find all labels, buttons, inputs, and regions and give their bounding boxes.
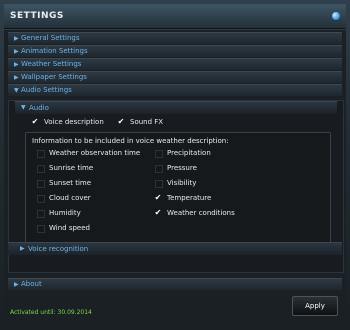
checkbox-label: Voice description bbox=[44, 118, 104, 126]
audio-subsection-label: Audio bbox=[29, 104, 49, 112]
option-visibility[interactable]: Visibility bbox=[154, 178, 274, 188]
checkbox-label: Cloud cover bbox=[49, 194, 91, 202]
settings-content: ▶ General Settings ▶ Animation Settings … bbox=[4, 30, 346, 326]
status-orb-icon bbox=[332, 12, 340, 20]
expand-arrow-icon: ▶ bbox=[14, 61, 19, 68]
checkbox-box bbox=[36, 164, 45, 173]
checkbox-box bbox=[154, 179, 163, 188]
checkbox-box bbox=[36, 149, 45, 158]
voice-recognition-section[interactable]: ▶ Voice recognition bbox=[8, 242, 342, 255]
expand-arrow-icon: ▶ bbox=[14, 48, 19, 55]
section-label: General Settings bbox=[21, 34, 80, 42]
expand-arrow-icon: ▶ bbox=[20, 245, 25, 252]
checkbox-label: Weather observation time bbox=[49, 149, 141, 157]
voice-description-options-box: Information to be included in voice weat… bbox=[25, 132, 331, 246]
options-title: Information to be included in voice weat… bbox=[32, 137, 229, 145]
checkbox-label: Sunset time bbox=[49, 179, 92, 187]
title-bar: SETTINGS bbox=[4, 4, 346, 29]
checkbox-box bbox=[154, 164, 163, 173]
section-label: Voice recognition bbox=[28, 245, 89, 253]
checkbox-label: Humidity bbox=[49, 209, 81, 217]
option-weather-conditions[interactable]: ✔ Weather conditions bbox=[154, 208, 274, 218]
activation-status: Activated until: 30.09.2014 bbox=[10, 309, 92, 316]
option-precipitation[interactable]: Precipitation bbox=[154, 148, 274, 158]
section-label: Audio Settings bbox=[21, 86, 72, 94]
check-icon: ✔ bbox=[154, 208, 162, 217]
apply-button[interactable]: Apply bbox=[292, 296, 338, 316]
expand-arrow-icon: ▶ bbox=[14, 281, 19, 288]
window-title: SETTINGS bbox=[10, 11, 64, 21]
option-weather-observation-time[interactable]: Weather observation time bbox=[36, 148, 156, 158]
section-label: Wallpaper Settings bbox=[21, 73, 87, 81]
section-label: Animation Settings bbox=[21, 47, 88, 55]
settings-window: SETTINGS ▶ General Settings ▶ Animation … bbox=[0, 0, 350, 330]
audio-subsection-header[interactable]: ▼ Audio bbox=[15, 101, 337, 114]
section-animation-settings[interactable]: ▶ Animation Settings bbox=[8, 45, 342, 57]
section-wallpaper-settings[interactable]: ▶ Wallpaper Settings bbox=[8, 71, 342, 83]
checkbox-box bbox=[36, 209, 45, 218]
section-general-settings[interactable]: ▶ General Settings bbox=[8, 32, 342, 44]
section-audio-settings[interactable]: ▼ Audio Settings bbox=[8, 84, 342, 96]
section-label: About bbox=[21, 280, 42, 288]
expand-arrow-icon: ▶ bbox=[14, 74, 19, 81]
checkbox-box bbox=[154, 149, 163, 158]
collapse-arrow-icon: ▼ bbox=[14, 87, 19, 94]
checkbox-label: Precipitation bbox=[167, 149, 211, 157]
checkbox-label: Visibility bbox=[167, 179, 197, 187]
check-icon: ✔ bbox=[31, 117, 39, 126]
option-cloud-cover[interactable]: Cloud cover bbox=[36, 193, 156, 203]
expand-arrow-icon: ▶ bbox=[14, 35, 19, 42]
check-icon: ✔ bbox=[154, 193, 162, 202]
checkbox-label: Pressure bbox=[167, 164, 197, 172]
option-temperature[interactable]: ✔ Temperature bbox=[154, 193, 274, 203]
option-wind-speed[interactable]: Wind speed bbox=[36, 223, 156, 233]
checkbox-box bbox=[36, 194, 45, 203]
option-humidity[interactable]: Humidity bbox=[36, 208, 156, 218]
checkbox-label: Sound FX bbox=[130, 118, 164, 126]
checkbox-label: Temperature bbox=[167, 194, 212, 202]
option-sunrise-time[interactable]: Sunrise time bbox=[36, 163, 156, 173]
option-sunset-time[interactable]: Sunset time bbox=[36, 178, 156, 188]
section-label: Weather Settings bbox=[21, 60, 82, 68]
check-icon: ✔ bbox=[117, 117, 125, 126]
sound-fx-checkbox[interactable]: ✔ Sound FX bbox=[117, 117, 177, 127]
voice-description-checkbox[interactable]: ✔ Voice description bbox=[31, 117, 121, 127]
checkbox-label: Wind speed bbox=[49, 224, 90, 232]
checkbox-box bbox=[36, 179, 45, 188]
section-weather-settings[interactable]: ▶ Weather Settings bbox=[8, 58, 342, 70]
collapse-arrow-icon: ▼ bbox=[21, 104, 26, 111]
checkbox-label: Weather conditions bbox=[167, 209, 235, 217]
checkbox-box bbox=[36, 224, 45, 233]
checkbox-label: Sunrise time bbox=[49, 164, 94, 172]
section-about[interactable]: ▶ About bbox=[8, 278, 342, 290]
option-pressure[interactable]: Pressure bbox=[154, 163, 274, 173]
